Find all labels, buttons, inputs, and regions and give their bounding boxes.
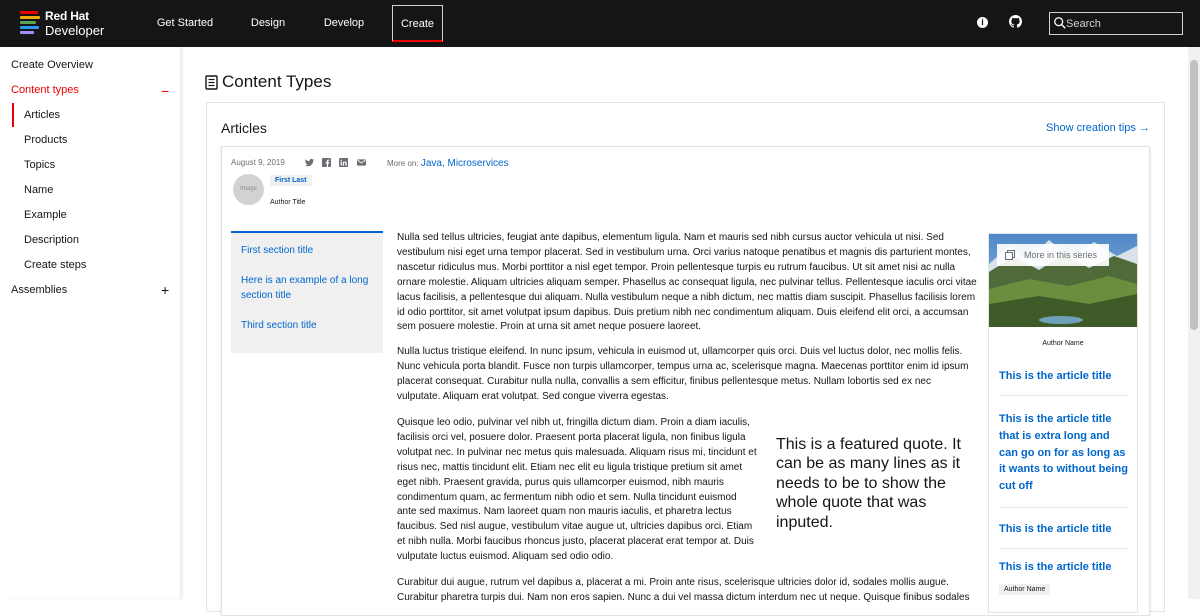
red-hat-developer-logo[interactable]: Red Hat Developer — [20, 9, 120, 39]
collapse-minus-icon[interactable]: − — [161, 84, 169, 98]
search-input[interactable] — [1066, 15, 1178, 32]
author-title: Author Title — [270, 199, 306, 206]
show-creation-tips-link[interactable]: Show creation tips → — [1046, 122, 1150, 134]
series-tag: More in this series — [997, 244, 1109, 266]
series-article-title[interactable]: This is the article title — [999, 559, 1129, 576]
email-icon[interactable] — [357, 158, 366, 167]
topic-links[interactable]: Java, Microservices — [421, 158, 509, 169]
search-icon — [1054, 17, 1066, 29]
sidebar-item-create-overview[interactable]: Create Overview — [11, 59, 93, 71]
series-author-name: Author Name — [1042, 340, 1084, 347]
more-on-label: More on: — [387, 159, 419, 168]
sidebar-item-name[interactable]: Name — [24, 184, 53, 196]
logo-bars-icon — [20, 11, 40, 36]
series-bottom-author: Author Name — [999, 584, 1051, 595]
series-tag-label: More in this series — [1024, 250, 1098, 260]
series-divider — [999, 395, 1128, 396]
series-divider — [999, 548, 1128, 549]
toc-item[interactable]: First section title — [241, 243, 376, 258]
arrow-right-icon: → — [1138, 122, 1150, 134]
sidebar-item-create-steps[interactable]: Create steps — [24, 259, 86, 271]
top-navbar: Red Hat Developer Get Started Design Dev… — [0, 0, 1200, 47]
series-article-title[interactable]: This is the article title — [999, 368, 1129, 385]
twitter-icon[interactable] — [305, 158, 314, 167]
sidebar-item-products[interactable]: Products — [24, 134, 67, 146]
logo-text-developer: Developer — [45, 23, 105, 38]
author-avatar: Image — [233, 174, 264, 205]
sidebar: Create Overview Content types − Articles… — [0, 47, 181, 599]
sidebar-item-description[interactable]: Description — [24, 234, 79, 246]
sidebar-item-content-types[interactable]: Content types — [11, 84, 79, 96]
sidebar-item-assemblies[interactable]: Assemblies — [11, 284, 67, 296]
section-title: Articles — [221, 120, 267, 136]
article-paragraph: Nulla sed tellus ultricies, feugiat ante… — [397, 232, 977, 333]
sidebar-item-topics[interactable]: Topics — [24, 159, 55, 171]
article-date: August 9, 2019 — [231, 158, 285, 167]
nav-develop[interactable]: Develop — [315, 5, 373, 42]
series-article-title[interactable]: This is the article title that is extra … — [999, 411, 1129, 495]
nav-create[interactable]: Create — [392, 5, 443, 42]
search-box[interactable] — [1049, 12, 1183, 35]
series-divider — [999, 507, 1128, 508]
table-of-contents: First section title Here is an example o… — [231, 231, 383, 353]
logo-text-red-hat: Red Hat — [45, 9, 89, 23]
linkedin-icon[interactable] — [339, 158, 348, 167]
page-title-text: Content Types — [222, 72, 332, 91]
series-panel: More in this series Author Name This is … — [988, 233, 1138, 613]
article-paragraph: Nulla luctus tristique eleifend. In nunc… — [397, 346, 969, 402]
series-article-title[interactable]: This is the article title — [999, 521, 1129, 538]
nav-get-started[interactable]: Get Started — [150, 5, 220, 42]
page-scrollbar-thumb[interactable] — [1190, 60, 1198, 330]
series-landscape-image: More in this series — [989, 234, 1137, 327]
article-paragraph: Curabitur dui augue, rutrum vel dapibus … — [397, 577, 970, 603]
info-icon[interactable]: i — [977, 17, 988, 28]
sidebar-item-example[interactable]: Example — [24, 209, 67, 221]
facebook-icon[interactable] — [322, 158, 331, 167]
toc-item[interactable]: Third section title — [241, 318, 376, 333]
featured-quote: This is a featured quote. It can be as m… — [776, 436, 961, 531]
document-icon — [205, 74, 218, 90]
stack-icon — [1005, 250, 1015, 260]
nav-design[interactable]: Design — [240, 5, 296, 42]
toc-item[interactable]: Here is an example of a long section tit… — [241, 273, 376, 303]
active-indicator — [12, 103, 14, 127]
more-on: More on: Java, Microservices — [387, 158, 509, 169]
page-title: Content Types — [205, 72, 331, 92]
expand-plus-icon[interactable]: + — [161, 283, 169, 297]
author-name-link[interactable]: First Last — [270, 175, 312, 186]
github-icon[interactable] — [1008, 15, 1022, 29]
tips-link-label: Show creation tips — [1046, 122, 1136, 134]
sidebar-item-articles[interactable]: Articles — [24, 109, 60, 121]
article-paragraph: Quisque leo odio, pulvinar vel nibh ut, … — [397, 417, 757, 563]
